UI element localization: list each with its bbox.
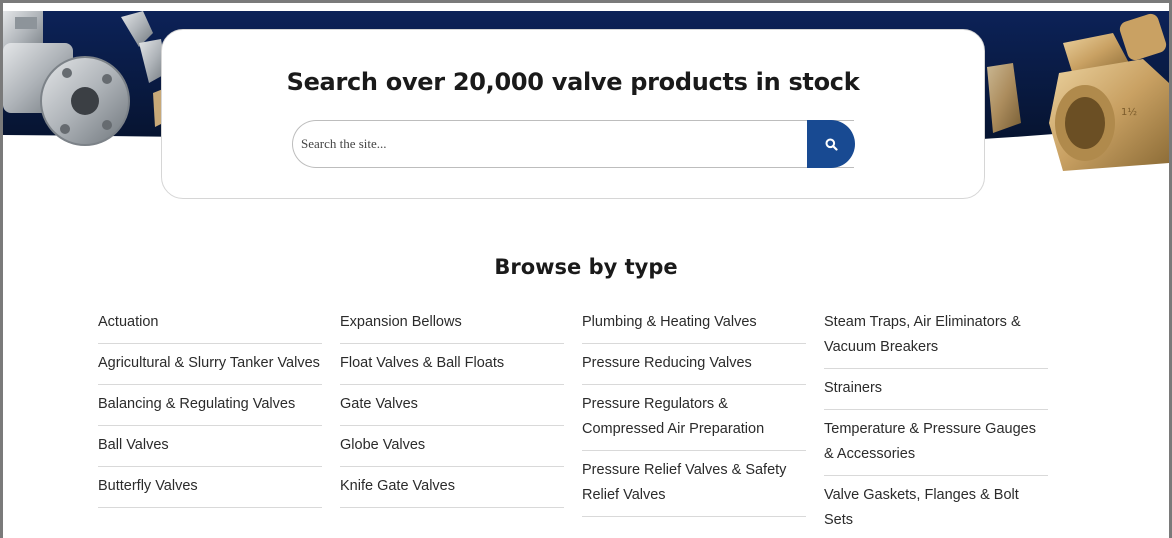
search-button[interactable] <box>807 120 855 168</box>
category-link[interactable]: Globe Valves <box>340 426 564 467</box>
browse-column-1: Actuation Agricultural & Slurry Tanker V… <box>98 303 322 508</box>
browse-column-4: Steam Traps, Air Eliminators & Vacuum Br… <box>824 303 1048 538</box>
category-link[interactable]: Float Valves & Ball Floats <box>340 344 564 385</box>
category-link[interactable]: Actuation <box>98 303 322 344</box>
category-link[interactable]: Pressure Reducing Valves <box>582 344 806 385</box>
category-link[interactable]: Ball Valves <box>98 426 322 467</box>
category-link[interactable]: Steam Traps, Air Eliminators & Vacuum Br… <box>824 303 1048 369</box>
search-card: Search over 20,000 valve products in sto… <box>161 29 985 199</box>
search-input[interactable] <box>301 121 801 167</box>
category-link[interactable]: Pressure Regulators & Compressed Air Pre… <box>582 385 806 451</box>
browse-column-2: Expansion Bellows Float Valves & Ball Fl… <box>340 303 564 508</box>
hero-banner: 1½ Search over 20,000 valve products in … <box>3 3 1169 213</box>
search-input-wrapper[interactable] <box>292 120 854 168</box>
category-link[interactable]: Valve Gaskets, Flanges & Bolt Sets <box>824 476 1048 538</box>
category-link[interactable]: Expansion Bellows <box>340 303 564 344</box>
page-frame: 1½ Search over 20,000 valve products in … <box>0 0 1172 538</box>
search-heading: Search over 20,000 valve products in sto… <box>286 68 860 96</box>
category-link[interactable]: Knife Gate Valves <box>340 467 564 508</box>
browse-column-3: Plumbing & Heating Valves Pressure Reduc… <box>582 303 806 517</box>
category-link[interactable]: Strainers <box>824 369 1048 410</box>
category-link[interactable]: Balancing & Regulating Valves <box>98 385 322 426</box>
category-link[interactable]: Plumbing & Heating Valves <box>582 303 806 344</box>
category-link[interactable]: Butterfly Valves <box>98 467 322 508</box>
category-link[interactable]: Temperature & Pressure Gauges & Accessor… <box>824 410 1048 476</box>
search-icon <box>825 138 838 151</box>
browse-heading: Browse by type <box>494 255 678 279</box>
category-link[interactable]: Pressure Relief Valves & Safety Relief V… <box>582 451 806 517</box>
category-link[interactable]: Agricultural & Slurry Tanker Valves <box>98 344 322 385</box>
category-link[interactable]: Gate Valves <box>340 385 564 426</box>
svg-text:1½: 1½ <box>1121 106 1137 118</box>
